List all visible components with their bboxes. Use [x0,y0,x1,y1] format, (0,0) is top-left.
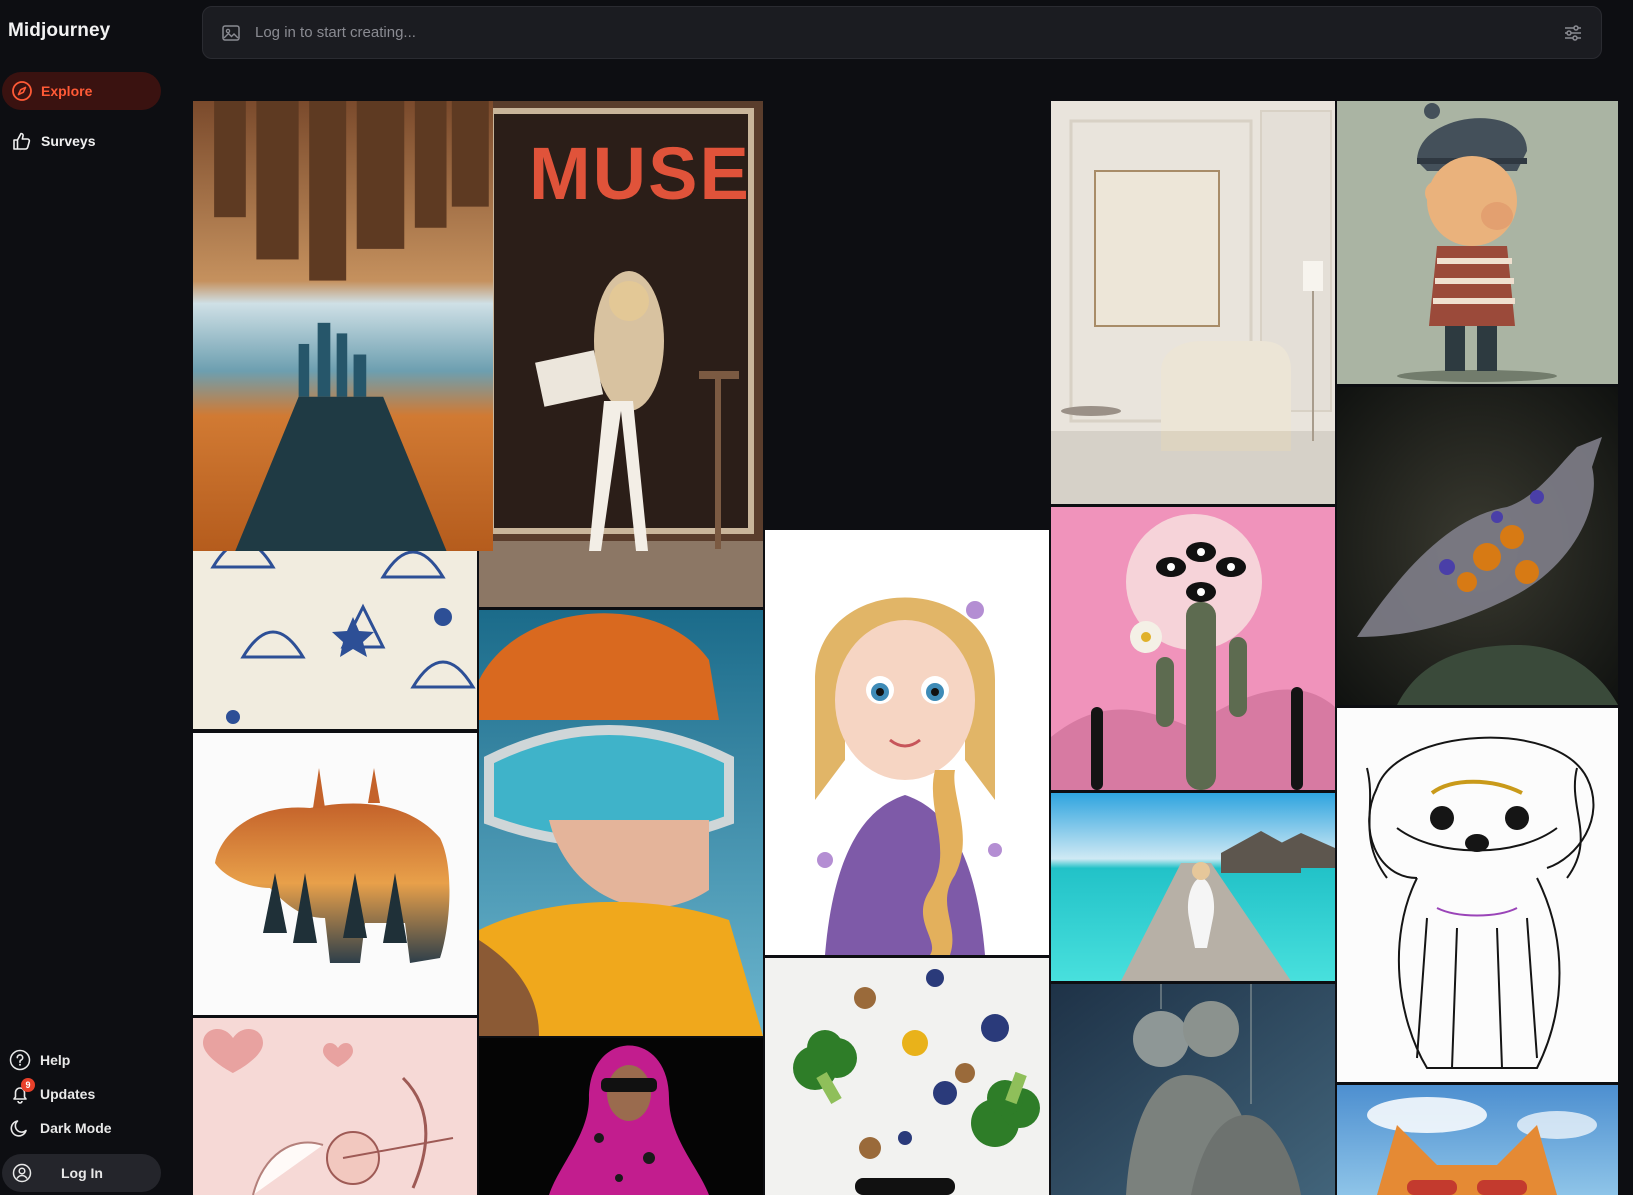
dark-mode-toggle[interactable]: Dark Mode [8,1114,112,1142]
gallery-tile-ski-goggles[interactable] [479,610,763,1036]
brand-logo[interactable]: Midjourney [8,20,110,42]
prompt-input[interactable] [253,23,1563,42]
help-label: Help [40,1052,71,1068]
login-button[interactable]: Log In [2,1154,161,1192]
gallery-tile-orange-cat[interactable] [1337,1085,1618,1195]
updates-label: Updates [40,1086,96,1102]
help-link[interactable]: Help [8,1046,70,1074]
gallery-tile-eye-cactus[interactable] [1051,507,1335,790]
explore-gallery: MUSE [193,101,1618,1195]
prompt-bar [202,6,1602,59]
gallery-tile-muse-cafe[interactable]: MUSE [479,101,763,607]
gallery-tile-statue-kiss[interactable] [1051,984,1335,1195]
settings-sliders-icon[interactable] [1563,23,1583,43]
muse-sign-text: MUSE [529,132,751,215]
thumbs-up-icon [11,130,33,152]
updates-badge: 9 [21,1078,35,1092]
login-label: Log In [61,1165,103,1181]
gallery-tile-sketch-dog[interactable] [1337,708,1618,1082]
nav-explore-label: Explore [41,83,93,99]
updates-link[interactable]: 9 Updates [8,1078,96,1108]
gallery-tile-pink-hijab[interactable] [479,1038,763,1195]
gallery-tile-bear-forest[interactable] [193,733,477,1015]
gallery-tile-white-interior[interactable] [1051,101,1335,504]
gallery-tile-floating-food[interactable] [765,958,1049,1195]
gallery-tile-cupid-hearts[interactable] [193,1018,477,1195]
moon-icon [8,1116,32,1140]
gallery-tile-tropical-pier[interactable] [1051,793,1335,981]
nav-surveys-label: Surveys [41,133,96,149]
nav-surveys[interactable]: Surveys [2,122,161,160]
bell-icon: 9 [8,1078,35,1106]
nav-explore[interactable]: Explore [2,72,161,110]
compass-icon [11,80,33,102]
gallery-tile-inverted-city[interactable] [193,101,493,551]
user-circle-icon [11,1162,33,1184]
gallery-tile-crystal-bird[interactable] [1337,387,1618,705]
image-icon[interactable] [221,23,241,43]
dark-mode-label: Dark Mode [40,1120,112,1136]
help-icon [8,1048,32,1072]
sidebar: Midjourney Explore Surveys Help 9 Update… [0,0,170,1195]
gallery-tile-cartoon-man[interactable] [1337,101,1618,384]
gallery-tile-braided-girl[interactable] [765,530,1049,955]
